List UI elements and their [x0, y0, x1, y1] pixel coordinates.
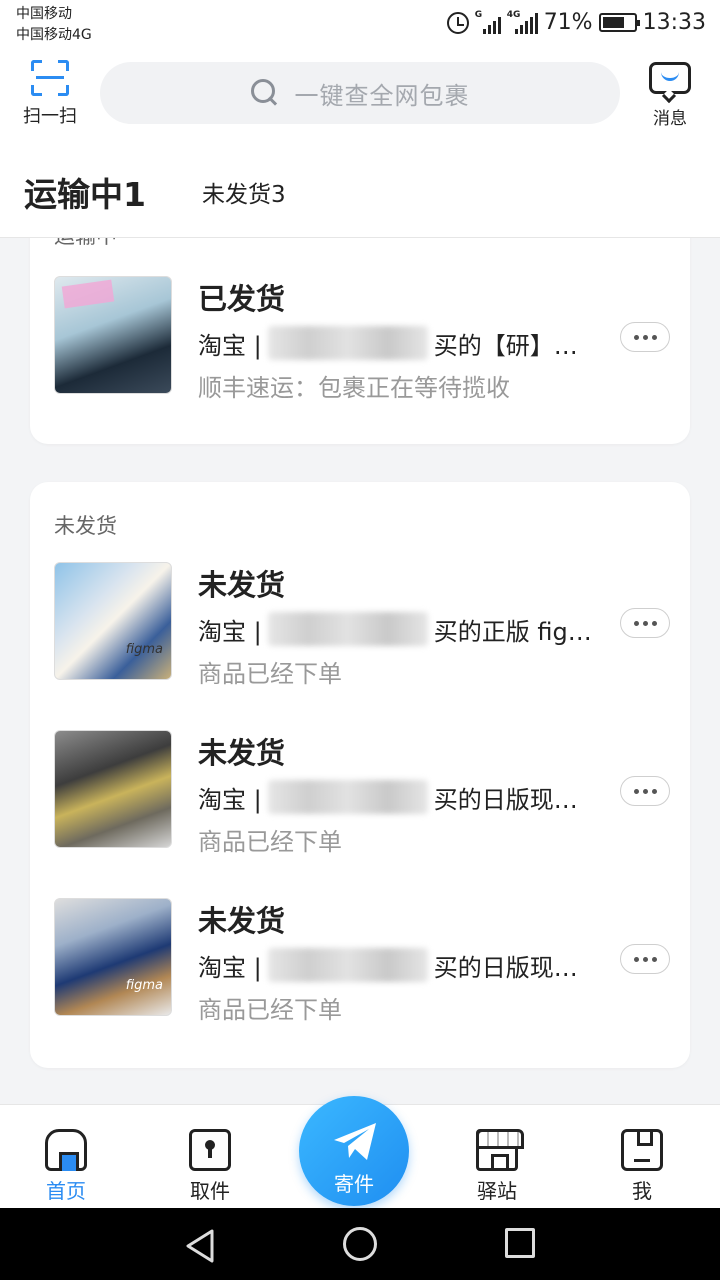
clock: 13:33 — [642, 10, 706, 35]
nav-pickup[interactable]: 取件 — [160, 1129, 260, 1204]
section-label: 未发货 — [54, 514, 117, 538]
more-options-button[interactable] — [620, 608, 670, 638]
package-title: 买的【研】… — [433, 332, 578, 360]
package-title: 买的日版现… — [433, 954, 578, 982]
redacted-shop-name — [267, 948, 428, 982]
pickup-locker-icon — [189, 1129, 231, 1171]
home-icon — [45, 1129, 87, 1171]
tab-in-transit[interactable]: 运输中1 — [24, 168, 146, 216]
station-shop-icon — [476, 1129, 524, 1171]
carrier-secondary: 中国移动4G — [16, 27, 92, 43]
status-indicators: G 4G 71% 13:33 — [446, 9, 706, 35]
carrier-info: 中国移动 中国移动4G — [16, 4, 92, 46]
scan-label: 扫一扫 — [23, 106, 77, 127]
package-source: 淘宝 | — [198, 786, 262, 814]
package-thumbnail: figma — [54, 562, 172, 680]
package-tracking: 商品已经下单 — [198, 996, 342, 1024]
package-source: 淘宝 | — [198, 332, 262, 360]
package-thumbnail — [54, 276, 172, 394]
message-icon — [649, 62, 691, 104]
battery-icon — [598, 13, 640, 32]
carrier-primary: 中国移动 — [16, 6, 72, 22]
package-item[interactable]: figma 未发货 淘宝 | 买的日版现… 商品已经下单 — [30, 898, 690, 1024]
package-tracking: 顺丰速运：包裹正在等待揽收 — [198, 374, 510, 402]
back-icon[interactable] — [184, 1228, 216, 1268]
system-nav-bar — [0, 1208, 720, 1280]
paper-plane-icon — [331, 1120, 379, 1164]
more-options-button[interactable] — [620, 322, 670, 352]
signal-icon: 4G — [506, 9, 538, 34]
package-status: 未发货 — [198, 736, 286, 770]
package-list[interactable]: 运输中 已发货 淘宝 | 买的【研】… 顺丰速运：包裹正在等待揽收 未发货 fi… — [0, 238, 720, 1104]
package-tabs: 运输中1 未发货3 — [0, 148, 720, 238]
app-header: 扫一扫 一键查全网包裹 消息 — [0, 48, 720, 148]
package-status: 未发货 — [198, 568, 286, 602]
package-tracking: 商品已经下单 — [198, 828, 342, 856]
profile-icon — [621, 1129, 663, 1171]
nav-station-label: 驿站 — [477, 1179, 517, 1203]
scan-icon — [31, 60, 69, 96]
in-transit-card: 运输中 已发货 淘宝 | 买的【研】… 顺丰速运：包裹正在等待揽收 — [30, 238, 690, 444]
alarm-icon — [446, 11, 469, 34]
package-item[interactable]: 未发货 淘宝 | 买的日版现… 商品已经下单 — [30, 730, 690, 856]
package-title: 买的日版现… — [433, 786, 578, 814]
unshipped-card: 未发货 figma 未发货 淘宝 | 买的正版 fig… 商品已经下单 未发货 … — [30, 482, 690, 1068]
package-status: 未发货 — [198, 904, 286, 938]
package-item[interactable]: 已发货 淘宝 | 买的【研】… 顺丰速运：包裹正在等待揽收 — [30, 276, 690, 402]
package-description: 淘宝 | 买的正版 fig… — [198, 612, 592, 647]
status-bar: 中国移动 中国移动4G G 4G 71% 13:33 — [0, 0, 720, 48]
redacted-shop-name — [267, 780, 428, 814]
scan-button[interactable]: 扫一扫 — [20, 60, 80, 128]
package-title: 买的正版 fig… — [433, 618, 592, 646]
nav-station[interactable]: 驿站 — [447, 1129, 547, 1204]
redacted-shop-name — [267, 326, 428, 360]
package-description: 淘宝 | 买的日版现… — [198, 948, 578, 983]
messages-button[interactable]: 消息 — [640, 62, 700, 129]
send-package-button[interactable]: 寄件 — [299, 1096, 409, 1206]
package-source: 淘宝 | — [198, 618, 262, 646]
search-placeholder: 一键查全网包裹 — [294, 81, 470, 110]
redacted-shop-name — [267, 612, 428, 646]
search-icon — [250, 79, 279, 107]
package-source: 淘宝 | — [198, 954, 262, 982]
home-circle-icon[interactable] — [343, 1227, 377, 1261]
nav-home-label: 首页 — [46, 1179, 86, 1203]
package-description: 淘宝 | 买的【研】… — [198, 326, 578, 361]
package-thumbnail: figma — [54, 898, 172, 1016]
more-options-button[interactable] — [620, 776, 670, 806]
nav-me-label: 我 — [632, 1179, 652, 1203]
nav-home[interactable]: 首页 — [16, 1129, 116, 1204]
nav-pickup-label: 取件 — [190, 1179, 230, 1203]
more-options-button[interactable] — [620, 944, 670, 974]
tab-unshipped[interactable]: 未发货3 — [202, 175, 286, 209]
network-type-2: 4G — [506, 9, 521, 20]
nav-me[interactable]: 我 — [592, 1129, 692, 1204]
messages-label: 消息 — [653, 109, 687, 129]
package-item[interactable]: figma 未发货 淘宝 | 买的正版 fig… 商品已经下单 — [30, 562, 690, 688]
section-label: 运输中 — [54, 238, 117, 250]
package-thumbnail — [54, 730, 172, 848]
search-input[interactable]: 一键查全网包裹 — [100, 62, 620, 124]
package-status: 已发货 — [198, 282, 286, 316]
battery-percent: 71% — [543, 10, 593, 35]
signal-icon: G — [474, 9, 501, 34]
network-type-1: G — [474, 9, 483, 20]
send-label: 寄件 — [334, 1172, 374, 1196]
recent-apps-icon[interactable] — [505, 1228, 535, 1258]
package-description: 淘宝 | 买的日版现… — [198, 780, 578, 815]
package-tracking: 商品已经下单 — [198, 660, 342, 688]
